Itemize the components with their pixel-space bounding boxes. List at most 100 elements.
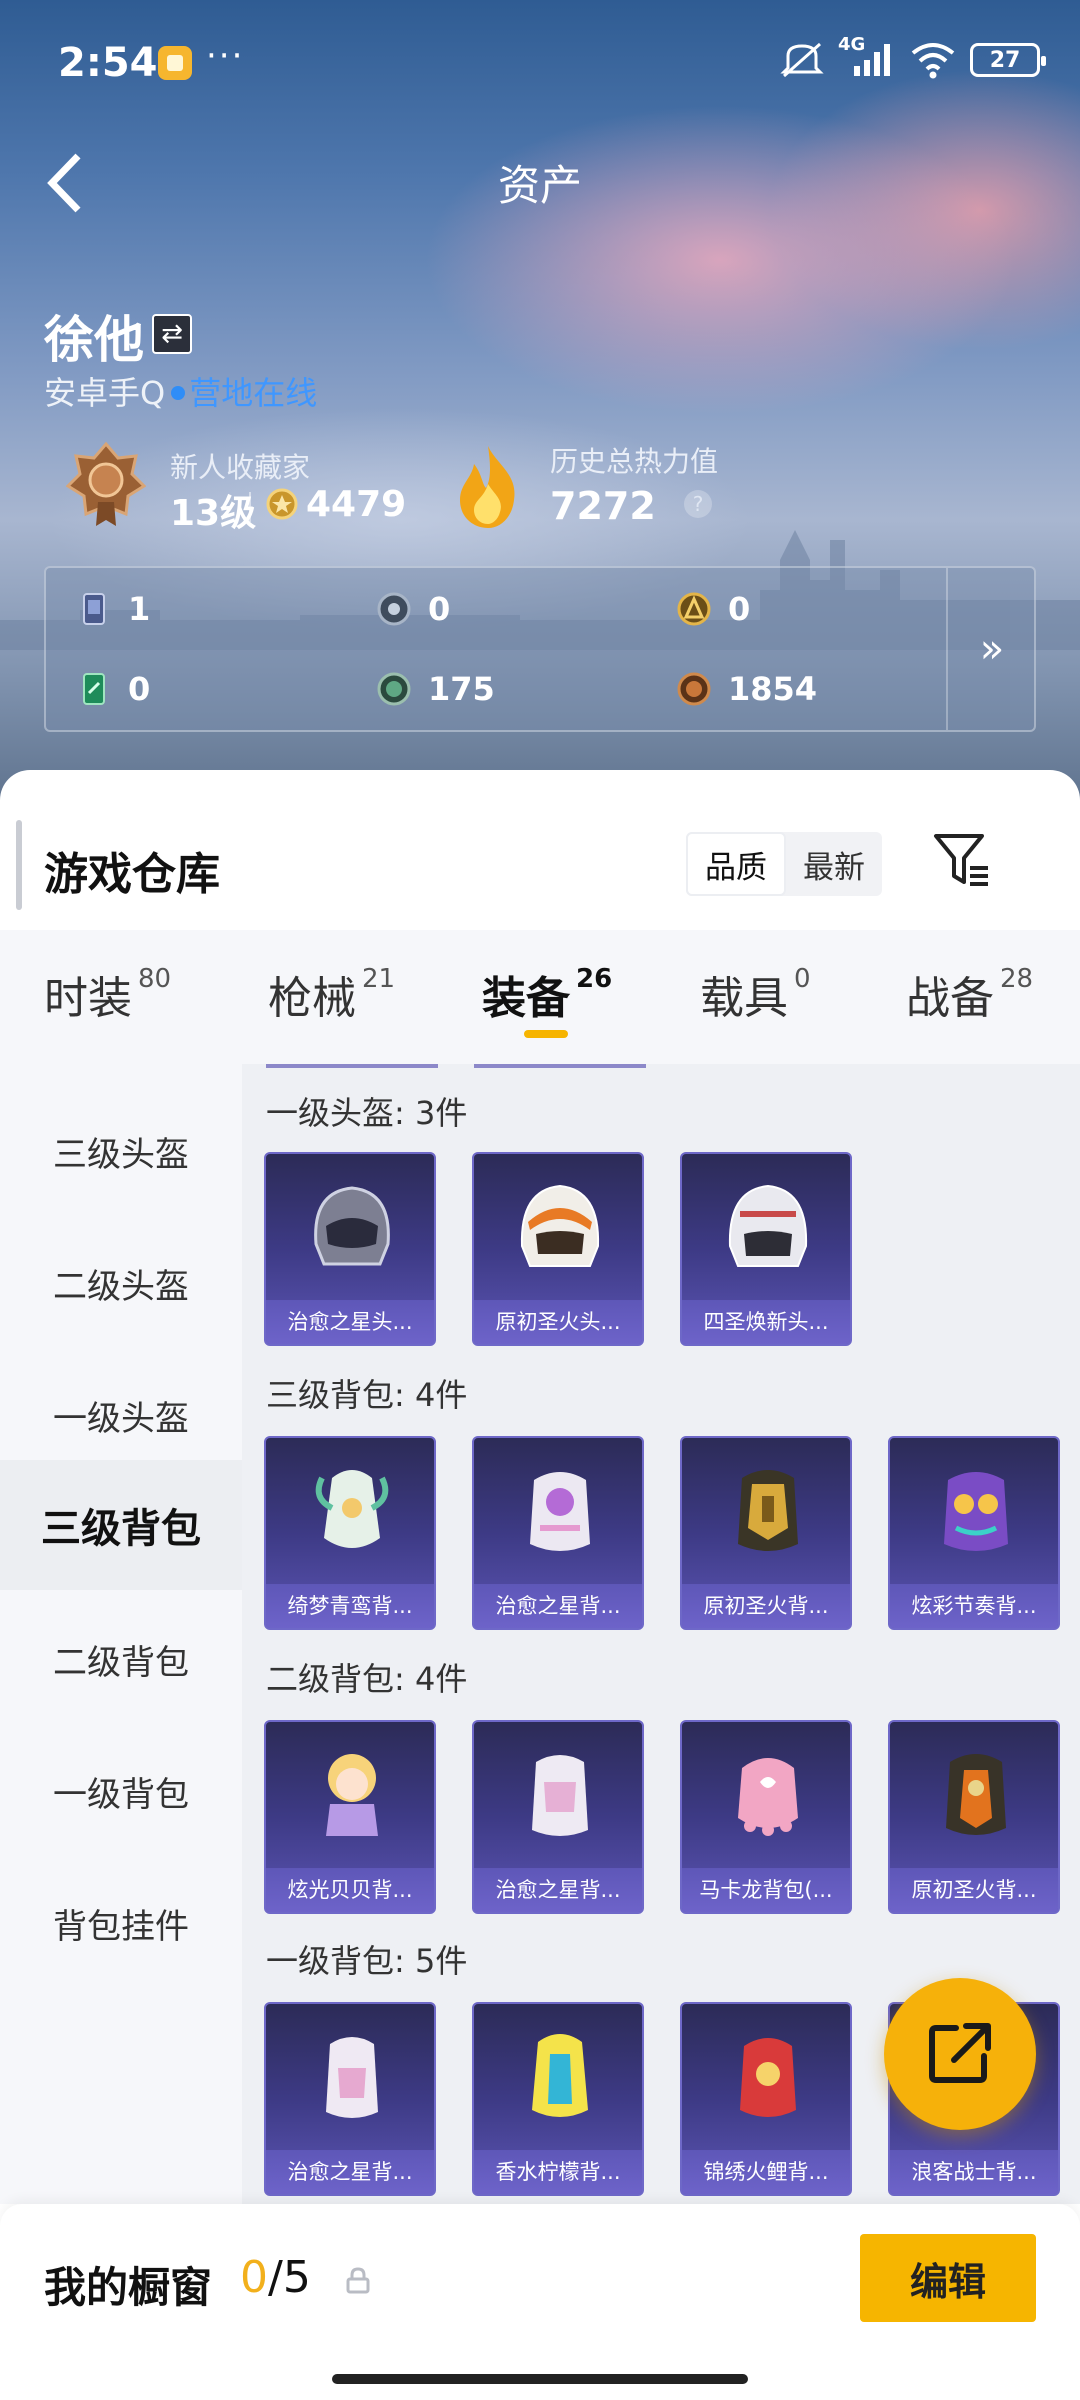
- side-item-lv1-backpack[interactable]: 一级背包: [0, 1726, 242, 1856]
- side-item-backpack-charm[interactable]: 背包挂件: [0, 1858, 242, 1988]
- item-card[interactable]: 炫光贝贝背...: [264, 1720, 436, 1914]
- heat-flame-icon: [460, 446, 515, 528]
- item-name: 治愈之星头...: [266, 1300, 434, 1344]
- edit-showcase-button[interactable]: 编辑: [860, 2234, 1036, 2322]
- sort-by-newest[interactable]: 最新: [786, 832, 882, 896]
- more-notifications-icon: ···: [206, 36, 245, 76]
- status-icons: 4G 27: [780, 34, 1046, 80]
- backpack-image: [532, 1755, 588, 1836]
- backpack-image: [738, 1470, 798, 1551]
- status-bar: 2:54 ··· 4G 27: [0, 0, 1080, 120]
- help-icon[interactable]: ?: [684, 490, 712, 518]
- currency-item: 1: [76, 590, 150, 628]
- tab-supplies[interactable]: 战备 28: [906, 962, 1033, 1026]
- gold-coin-icon: [677, 592, 711, 626]
- side-item-lv2-backpack[interactable]: 二级背包: [0, 1594, 242, 1724]
- share-button[interactable]: [884, 1978, 1036, 2130]
- showcase-count: 0/5: [240, 2252, 311, 2303]
- ticket-icon: [83, 673, 105, 705]
- signal-icon: 4G: [838, 34, 896, 80]
- tab-count: 28: [1000, 964, 1034, 994]
- item-card[interactable]: 马卡龙背包(...: [680, 1720, 852, 1914]
- item-name: 治愈之星背...: [474, 1868, 642, 1912]
- share-export-icon: [929, 2023, 991, 2083]
- tab-count: 21: [362, 964, 396, 994]
- item-name: 四圣焕新头...: [682, 1300, 850, 1344]
- currency-value: 175: [428, 670, 495, 708]
- tab-count: 0: [794, 964, 811, 994]
- section-title: 二级背包: 4件: [266, 1660, 468, 1698]
- more-currencies-button[interactable]: »: [948, 568, 1036, 730]
- tab-equipment[interactable]: 装备 26: [482, 962, 612, 1026]
- collector-level: 13级: [170, 493, 257, 534]
- mute-vibrate-icon: [780, 42, 824, 78]
- backpack-image: [530, 1472, 590, 1551]
- tab-weapons[interactable]: 枪械 21: [268, 962, 395, 1026]
- item-name: 香水柠檬背...: [474, 2150, 642, 2194]
- backpack-image: [315, 1470, 389, 1548]
- showcase-current: 0: [240, 2252, 268, 2303]
- item-card[interactable]: 绮梦青鸾背...: [264, 1436, 436, 1630]
- lock-icon: [346, 2267, 370, 2294]
- item-card[interactable]: 原初圣火头...: [472, 1152, 644, 1346]
- notification-app-icon: [158, 46, 192, 80]
- tab-label: 装备: [482, 973, 570, 1024]
- currency-panel[interactable]: 1 0 0 0 175 1854 »: [44, 566, 1036, 732]
- item-name: 马卡龙背包(...: [682, 1868, 850, 1912]
- sort-toggle: 品质 最新: [686, 832, 882, 896]
- online-dot-icon: [171, 386, 186, 400]
- currency-item: 1854: [676, 670, 817, 708]
- backpack-image: [740, 2038, 796, 2117]
- wifi-icon: [911, 43, 955, 79]
- divider: [249, 492, 251, 522]
- card-icon: [83, 593, 105, 625]
- item-card[interactable]: 原初圣火背...: [680, 1436, 852, 1630]
- item-name: 原初圣火头...: [474, 1300, 642, 1344]
- item-card[interactable]: 治愈之星头...: [264, 1152, 436, 1346]
- helmet-image: [520, 1184, 600, 1267]
- item-card[interactable]: 治愈之星背...: [264, 2002, 436, 2196]
- tab-count: 26: [576, 964, 613, 994]
- equipment-subcategory-nav: 三级头盔 二级头盔 一级头盔 三级背包 二级背包 一级背包 背包挂件: [0, 1064, 242, 2204]
- warehouse-title: 游戏仓库: [44, 849, 220, 900]
- item-name: 炫光贝贝背...: [266, 1868, 434, 1912]
- home-indicator[interactable]: [332, 2374, 748, 2384]
- scroll-indicator: [16, 820, 22, 910]
- tab-count: 80: [138, 964, 172, 994]
- card-edge: [266, 1064, 438, 1068]
- item-card[interactable]: 原初圣火背...: [888, 1720, 1060, 1914]
- item-card[interactable]: 锦绣火鲤背...: [680, 2002, 852, 2196]
- currency-item: 175: [376, 670, 495, 708]
- section-title: 一级背包: 5件: [266, 1942, 468, 1980]
- item-card[interactable]: 四圣焕新头...: [680, 1152, 852, 1346]
- side-item-lv3-helmet[interactable]: 三级头盔: [0, 1086, 242, 1216]
- section-title: 一级头盔: 3件: [266, 1094, 468, 1132]
- card-edge: [474, 1064, 646, 1068]
- sort-by-quality[interactable]: 品质: [686, 832, 786, 896]
- tab-vehicles[interactable]: 载具 0: [700, 962, 811, 1026]
- backpack-image: [738, 1758, 798, 1836]
- item-card[interactable]: 治愈之星背...: [472, 1720, 644, 1914]
- account-info: 安卓手Q 营地在线: [44, 368, 317, 414]
- item-name: 原初圣火背...: [682, 1584, 850, 1628]
- tab-fashion[interactable]: 时装 80: [44, 962, 171, 1026]
- side-item-lv2-helmet[interactable]: 二级头盔: [0, 1218, 242, 1348]
- item-card[interactable]: 炫彩节奏背...: [888, 1436, 1060, 1630]
- side-item-lv3-backpack[interactable]: 三级背包: [0, 1460, 242, 1590]
- collection-coin-icon: [266, 488, 298, 520]
- account-type: 安卓手Q: [44, 374, 166, 412]
- filter-icon: [934, 834, 988, 886]
- heat-value: 7272: [550, 484, 656, 528]
- gray-coin-icon: [377, 592, 411, 626]
- collector-medal-icon[interactable]: [66, 440, 146, 530]
- showcase-label: 我的橱窗: [44, 2263, 213, 2312]
- showcase-max: /5: [268, 2252, 311, 2303]
- tab-label: 枪械: [268, 973, 356, 1024]
- currency-value: 1: [128, 590, 151, 628]
- active-tab-indicator: [524, 1030, 568, 1038]
- item-card[interactable]: 治愈之星背...: [472, 1436, 644, 1630]
- filter-button[interactable]: [930, 828, 994, 892]
- switch-account-icon[interactable]: ⇄: [152, 314, 192, 354]
- item-card[interactable]: 香水柠檬背...: [472, 2002, 644, 2196]
- currency-item: 0: [376, 590, 450, 628]
